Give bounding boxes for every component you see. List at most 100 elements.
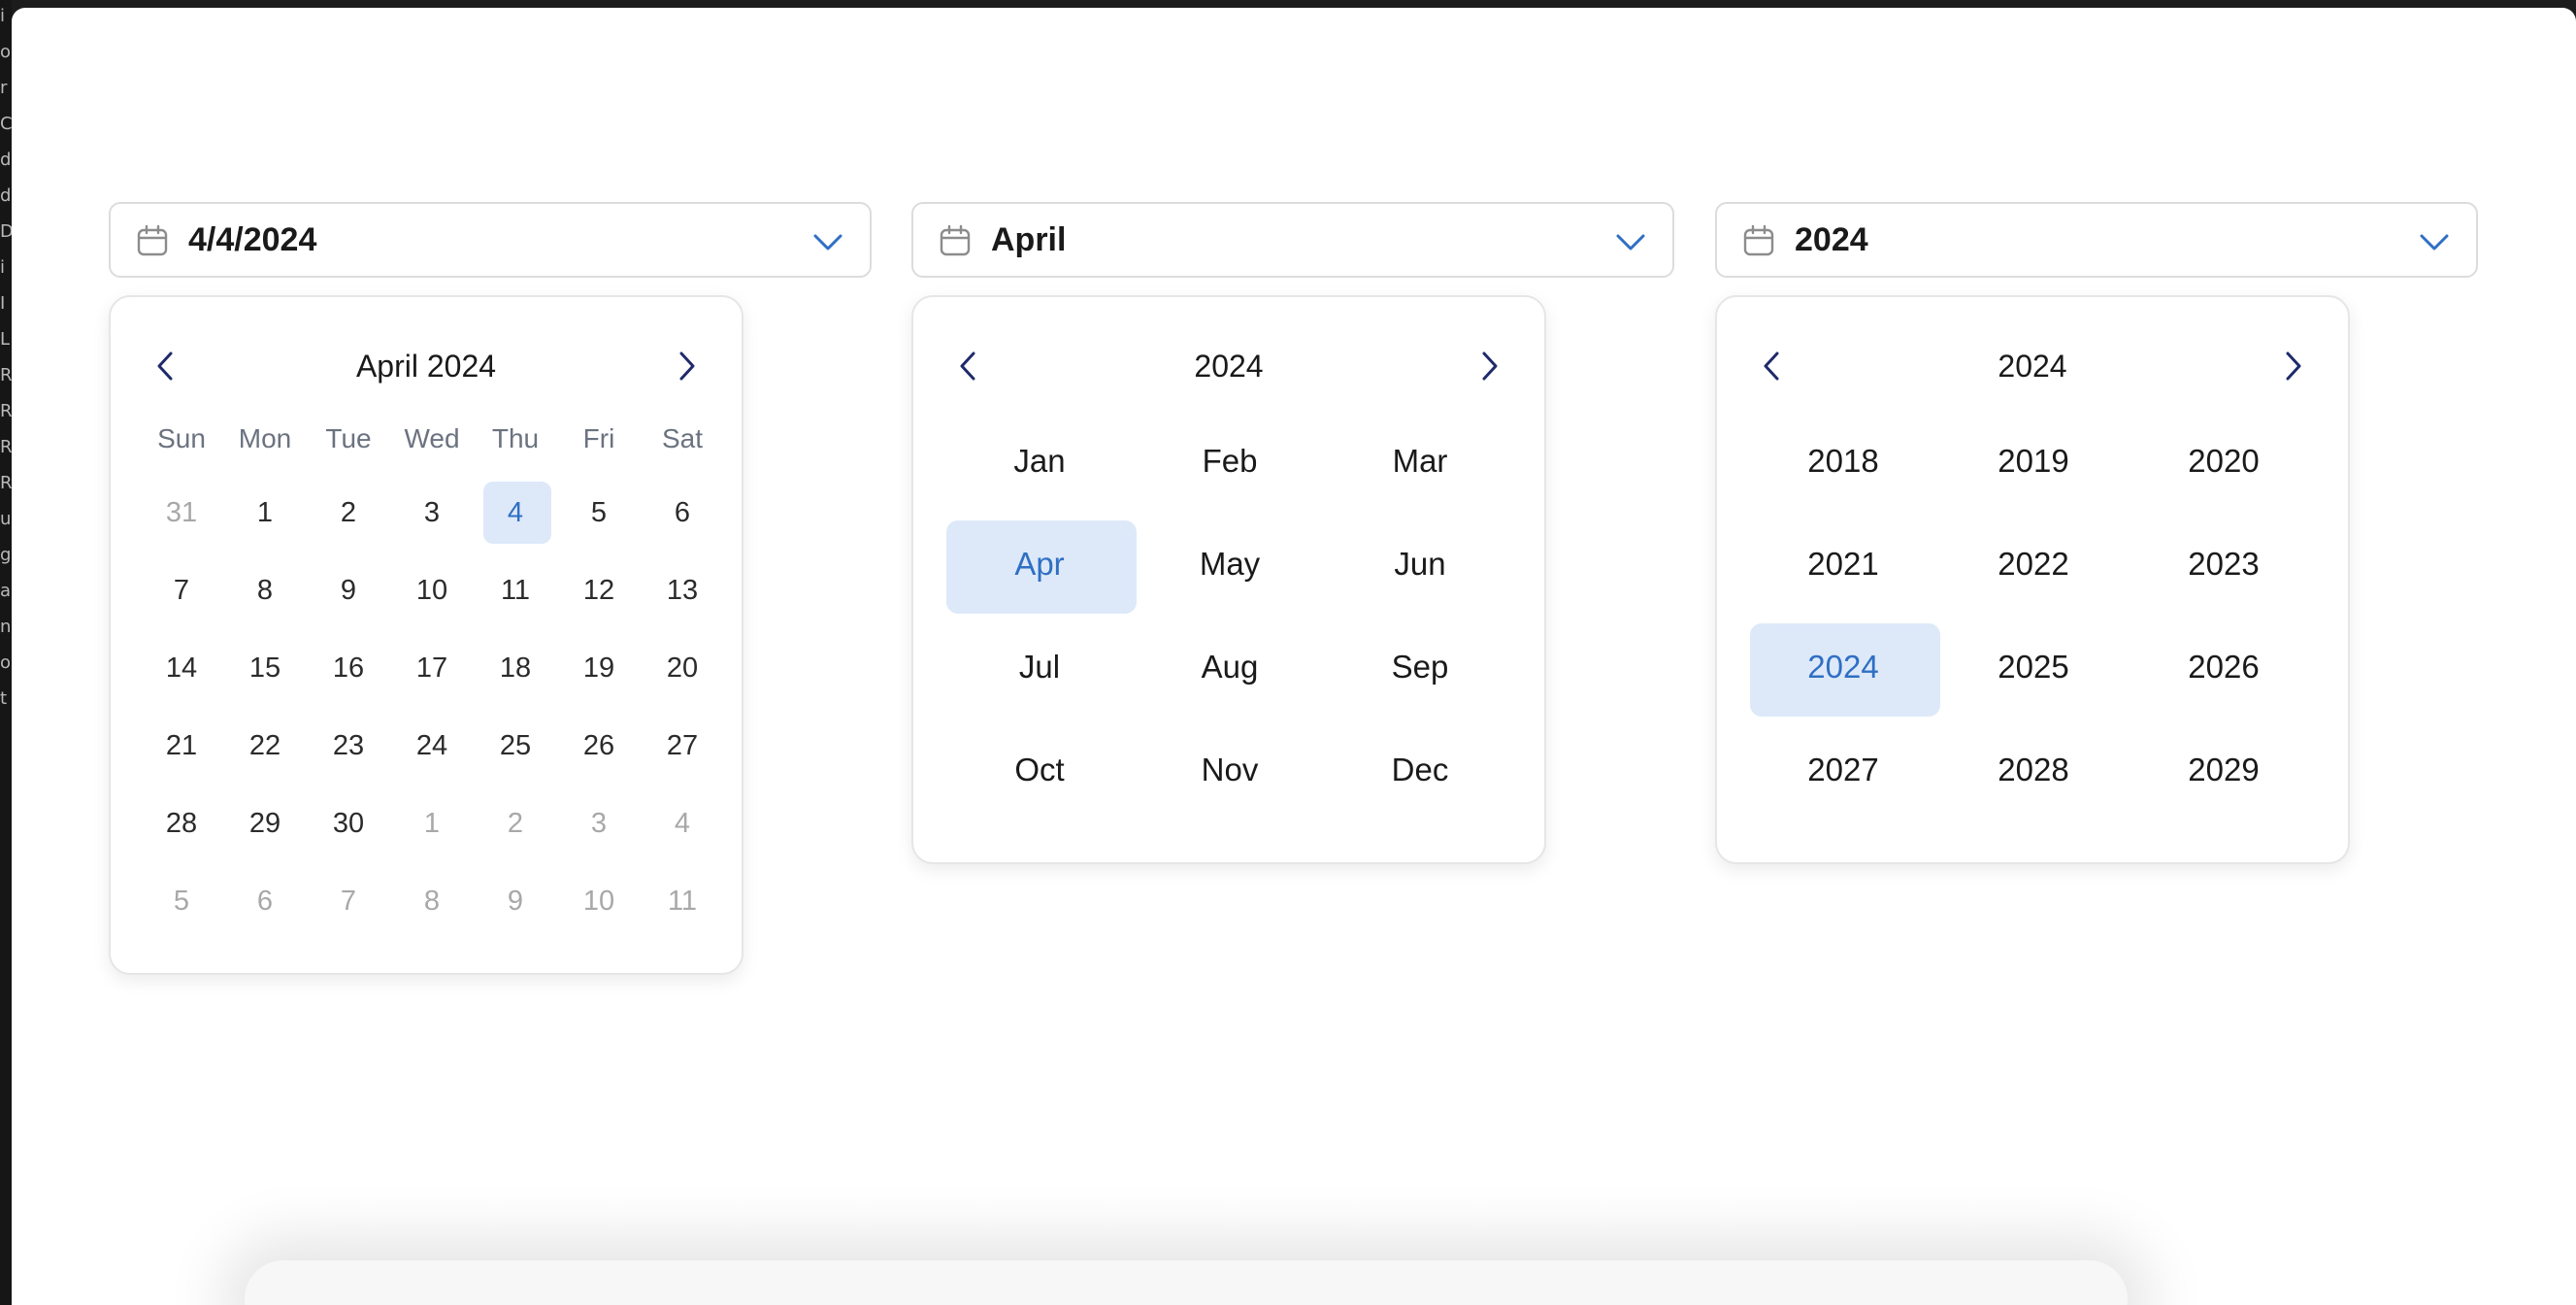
next-decade-button[interactable] (2276, 350, 2309, 383)
year-cell[interactable]: 2025 (1938, 616, 2129, 719)
day-cell[interactable]: 9 (307, 552, 390, 629)
date-picker-trigger[interactable]: 4/4/2024 (109, 202, 872, 278)
day-cell[interactable]: 13 (641, 552, 724, 629)
day-cell[interactable]: 5 (557, 474, 641, 552)
background-text-fragment: o (0, 44, 12, 61)
day-label: 25 (499, 729, 532, 761)
day-cell[interactable]: 18 (474, 629, 557, 707)
year-picker-title[interactable]: 2024 (1717, 344, 2348, 388)
day-cell[interactable]: 26 (557, 707, 641, 785)
month-label: Feb (1202, 443, 1258, 479)
day-cell[interactable]: 30 (307, 785, 390, 862)
day-cell[interactable]: 6 (223, 862, 307, 940)
day-label: 2 (507, 807, 524, 839)
chevron-down-icon[interactable] (811, 225, 844, 258)
background-text-fragment: i (0, 259, 6, 277)
day-cell[interactable]: 24 (390, 707, 474, 785)
day-label: 3 (590, 807, 608, 839)
month-picker-title[interactable]: 2024 (913, 344, 1544, 388)
year-cell-selected[interactable]: 2024 (1748, 616, 1940, 719)
next-month-button[interactable] (670, 350, 703, 383)
day-label: 9 (507, 885, 524, 917)
day-cell[interactable]: 23 (307, 707, 390, 785)
day-cell[interactable]: 1 (223, 474, 307, 552)
month-cell[interactable]: Mar (1325, 410, 1515, 513)
background-text-fragment: t (0, 690, 8, 708)
day-cell[interactable]: 14 (140, 629, 223, 707)
day-cell[interactable]: 21 (140, 707, 223, 785)
day-cell[interactable]: 20 (641, 629, 724, 707)
next-year-button[interactable] (1472, 350, 1505, 383)
year-cell[interactable]: 2018 (1748, 410, 1938, 513)
month-label: Oct (1014, 752, 1065, 787)
year-cell[interactable]: 2026 (2129, 616, 2319, 719)
day-cell[interactable]: 11 (474, 552, 557, 629)
date-picker-value: 4/4/2024 (188, 221, 317, 258)
month-cell[interactable]: Dec (1325, 719, 1515, 821)
month-cell[interactable]: Aug (1135, 616, 1325, 719)
day-label: 24 (415, 729, 448, 761)
month-picker-trigger[interactable]: April (911, 202, 1674, 278)
day-cell[interactable]: 7 (307, 862, 390, 940)
day-cell[interactable]: 29 (223, 785, 307, 862)
day-cell[interactable]: 9 (474, 862, 557, 940)
day-cell[interactable]: 11 (641, 862, 724, 940)
year-label: 2018 (1807, 443, 1879, 479)
day-cell[interactable]: 16 (307, 629, 390, 707)
year-cell[interactable]: 2019 (1938, 410, 2129, 513)
day-cell[interactable]: 3 (557, 785, 641, 862)
day-cell[interactable]: 12 (557, 552, 641, 629)
background-window-edge: iorCddDiILRRRRuganot (0, 0, 12, 1305)
month-cell-selected[interactable]: Apr (944, 513, 1137, 616)
day-cell[interactable]: 25 (474, 707, 557, 785)
day-cell[interactable]: 7 (140, 552, 223, 629)
day-cell[interactable]: 27 (641, 707, 724, 785)
day-cell[interactable]: 8 (390, 862, 474, 940)
month-cell[interactable]: Jul (944, 616, 1135, 719)
day-label: 5 (590, 496, 608, 528)
day-cell[interactable]: 5 (140, 862, 223, 940)
date-picker-title[interactable]: April 2024 (111, 344, 742, 388)
chevron-down-icon[interactable] (2418, 225, 2451, 258)
month-label: Jan (1013, 443, 1066, 479)
day-cell[interactable]: 4 (641, 785, 724, 862)
month-cell[interactable]: Nov (1135, 719, 1325, 821)
year-cell[interactable]: 2023 (2129, 513, 2319, 616)
month-cell[interactable]: Sep (1325, 616, 1515, 719)
month-cell[interactable]: Oct (944, 719, 1135, 821)
day-label: 17 (415, 652, 448, 684)
day-cell[interactable]: 15 (223, 629, 307, 707)
day-cell[interactable]: 6 (641, 474, 724, 552)
day-cell[interactable]: 31 (140, 474, 223, 552)
year-cell[interactable]: 2021 (1748, 513, 1938, 616)
month-cell[interactable]: Jan (944, 410, 1135, 513)
month-cell[interactable]: Feb (1135, 410, 1325, 513)
year-label: 2026 (2188, 649, 2260, 685)
day-cell[interactable]: 8 (223, 552, 307, 629)
background-text-fragment: n (0, 619, 12, 636)
year-cell[interactable]: 2020 (2129, 410, 2319, 513)
day-label: 8 (256, 574, 274, 606)
month-cell[interactable]: Jun (1325, 513, 1515, 616)
year-picker-trigger[interactable]: 2024 (1715, 202, 2478, 278)
day-cell[interactable]: 22 (223, 707, 307, 785)
day-cell[interactable]: 17 (390, 629, 474, 707)
day-cell[interactable]: 2 (474, 785, 557, 862)
month-label: May (1199, 546, 1261, 582)
year-cell[interactable]: 2028 (1938, 719, 2129, 821)
day-label: 7 (173, 574, 190, 606)
day-cell[interactable]: 28 (140, 785, 223, 862)
year-cell[interactable]: 2022 (1938, 513, 2129, 616)
year-cell[interactable]: 2029 (2129, 719, 2319, 821)
year-cell[interactable]: 2027 (1748, 719, 1938, 821)
background-text-fragment: a (0, 583, 12, 600)
day-cell[interactable]: 3 (390, 474, 474, 552)
day-cell-selected[interactable]: 4 (474, 474, 557, 552)
day-cell[interactable]: 2 (307, 474, 390, 552)
month-cell[interactable]: May (1135, 513, 1325, 616)
day-cell[interactable]: 19 (557, 629, 641, 707)
day-cell[interactable]: 1 (390, 785, 474, 862)
day-cell[interactable]: 10 (557, 862, 641, 940)
chevron-down-icon[interactable] (1614, 225, 1647, 258)
day-cell[interactable]: 10 (390, 552, 474, 629)
